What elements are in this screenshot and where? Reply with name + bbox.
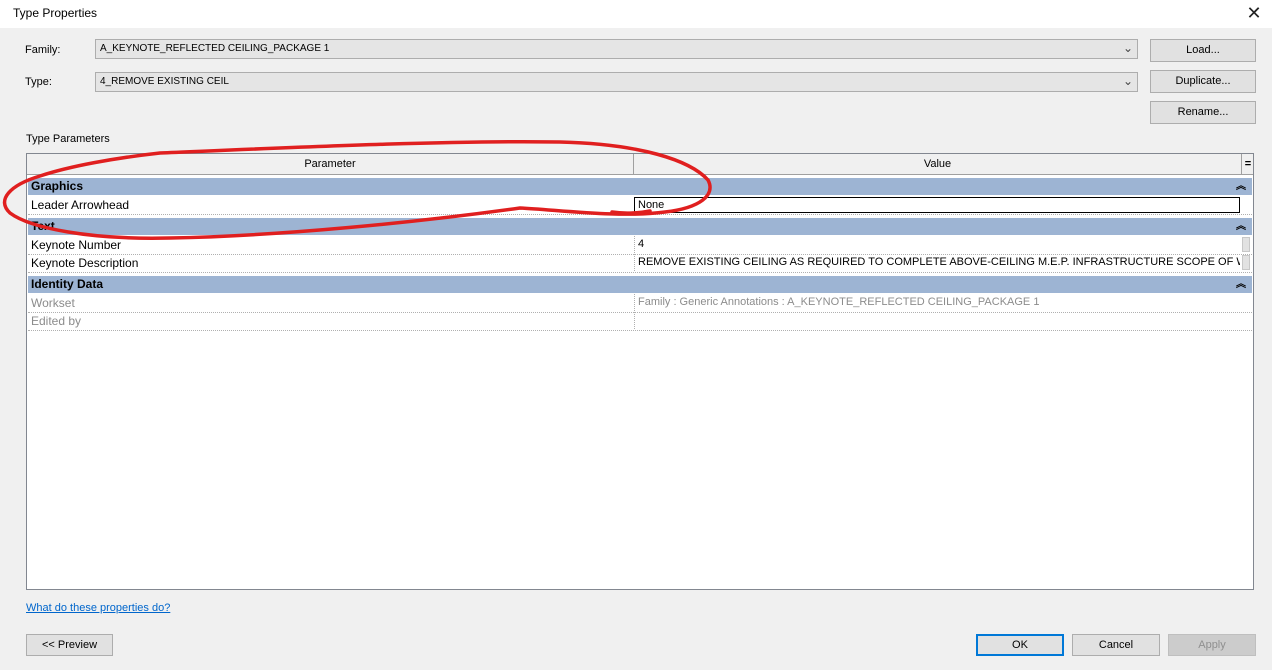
param-row-edited-by: Edited by xyxy=(28,312,1252,331)
preview-button[interactable]: << Preview xyxy=(26,634,113,656)
group-name: Identity Data xyxy=(31,277,104,291)
type-dropdown[interactable]: 4_REMOVE EXISTING CEIL ⌄ xyxy=(95,72,1138,92)
keynote-description-value[interactable]: REMOVE EXISTING CEILING AS REQUIRED TO C… xyxy=(634,254,1240,271)
chevron-down-icon: ⌄ xyxy=(1122,41,1133,55)
dialog-body: Family: A_KEYNOTE_REFLECTED CEILING_PACK… xyxy=(0,28,1272,670)
formula-column-header[interactable]: = xyxy=(1241,154,1254,174)
title-bar: Type Properties ✕ xyxy=(0,0,1272,28)
properties-grid: Parameter Value = Graphics ︽ Leader Arro… xyxy=(26,153,1254,590)
param-row-keynote-number[interactable]: Keynote Number 4 xyxy=(28,236,1252,255)
leader-arrowhead-value[interactable]: None xyxy=(634,197,1240,213)
apply-button[interactable]: Apply xyxy=(1168,634,1256,656)
type-label: Type: xyxy=(25,76,52,88)
parameter-column-header[interactable]: Parameter xyxy=(27,154,634,174)
edited-by-value xyxy=(634,312,1240,329)
rename-button[interactable]: Rename... xyxy=(1150,101,1256,124)
family-value: A_KEYNOTE_REFLECTED CEILING_PACKAGE 1 xyxy=(100,43,330,54)
param-name: Edited by xyxy=(31,314,82,328)
group-text[interactable]: Text ︽ xyxy=(28,218,1252,235)
family-label: Family: xyxy=(25,44,61,56)
type-parameters-label: Type Parameters xyxy=(26,133,110,145)
cell-scrollbar[interactable] xyxy=(1242,255,1250,270)
param-name: Keynote Description xyxy=(31,256,139,270)
duplicate-button[interactable]: Duplicate... xyxy=(1150,70,1256,93)
param-row-keynote-description[interactable]: Keynote Description REMOVE EXISTING CEIL… xyxy=(28,254,1252,273)
type-value: 4_REMOVE EXISTING CEIL xyxy=(100,76,229,87)
value-column-header[interactable]: Value xyxy=(634,154,1241,174)
param-name: Leader Arrowhead xyxy=(31,198,130,212)
workset-value: Family : Generic Annotations : A_KEYNOTE… xyxy=(634,294,1240,311)
double-chevron-up-icon[interactable]: ︽ xyxy=(1236,276,1246,293)
cancel-button[interactable]: Cancel xyxy=(1072,634,1160,656)
close-icon[interactable]: ✕ xyxy=(1242,2,1266,24)
param-row-leader-arrowhead[interactable]: Leader Arrowhead None xyxy=(28,196,1252,215)
keynote-number-value[interactable]: 4 xyxy=(634,236,1240,253)
group-graphics[interactable]: Graphics ︽ xyxy=(28,178,1252,195)
param-row-workset: Workset Family : Generic Annotations : A… xyxy=(28,294,1252,313)
double-chevron-up-icon[interactable]: ︽ xyxy=(1236,218,1246,235)
ok-button[interactable]: OK xyxy=(976,634,1064,656)
group-name: Graphics xyxy=(31,179,84,193)
grid-header: Parameter Value = xyxy=(27,154,1253,175)
family-dropdown[interactable]: A_KEYNOTE_REFLECTED CEILING_PACKAGE 1 ⌄ xyxy=(95,39,1138,59)
load-button[interactable]: Load... xyxy=(1150,39,1256,62)
chevron-down-icon: ⌄ xyxy=(1122,74,1133,88)
group-identity-data[interactable]: Identity Data ︽ xyxy=(28,276,1252,293)
window-title: Type Properties xyxy=(13,6,98,20)
param-name: Keynote Number xyxy=(31,238,122,252)
group-name: Text xyxy=(31,219,55,233)
cell-scrollbar[interactable] xyxy=(1242,237,1250,252)
help-link[interactable]: What do these properties do? xyxy=(26,602,170,614)
param-name: Workset xyxy=(31,296,75,310)
double-chevron-up-icon[interactable]: ︽ xyxy=(1236,178,1246,195)
